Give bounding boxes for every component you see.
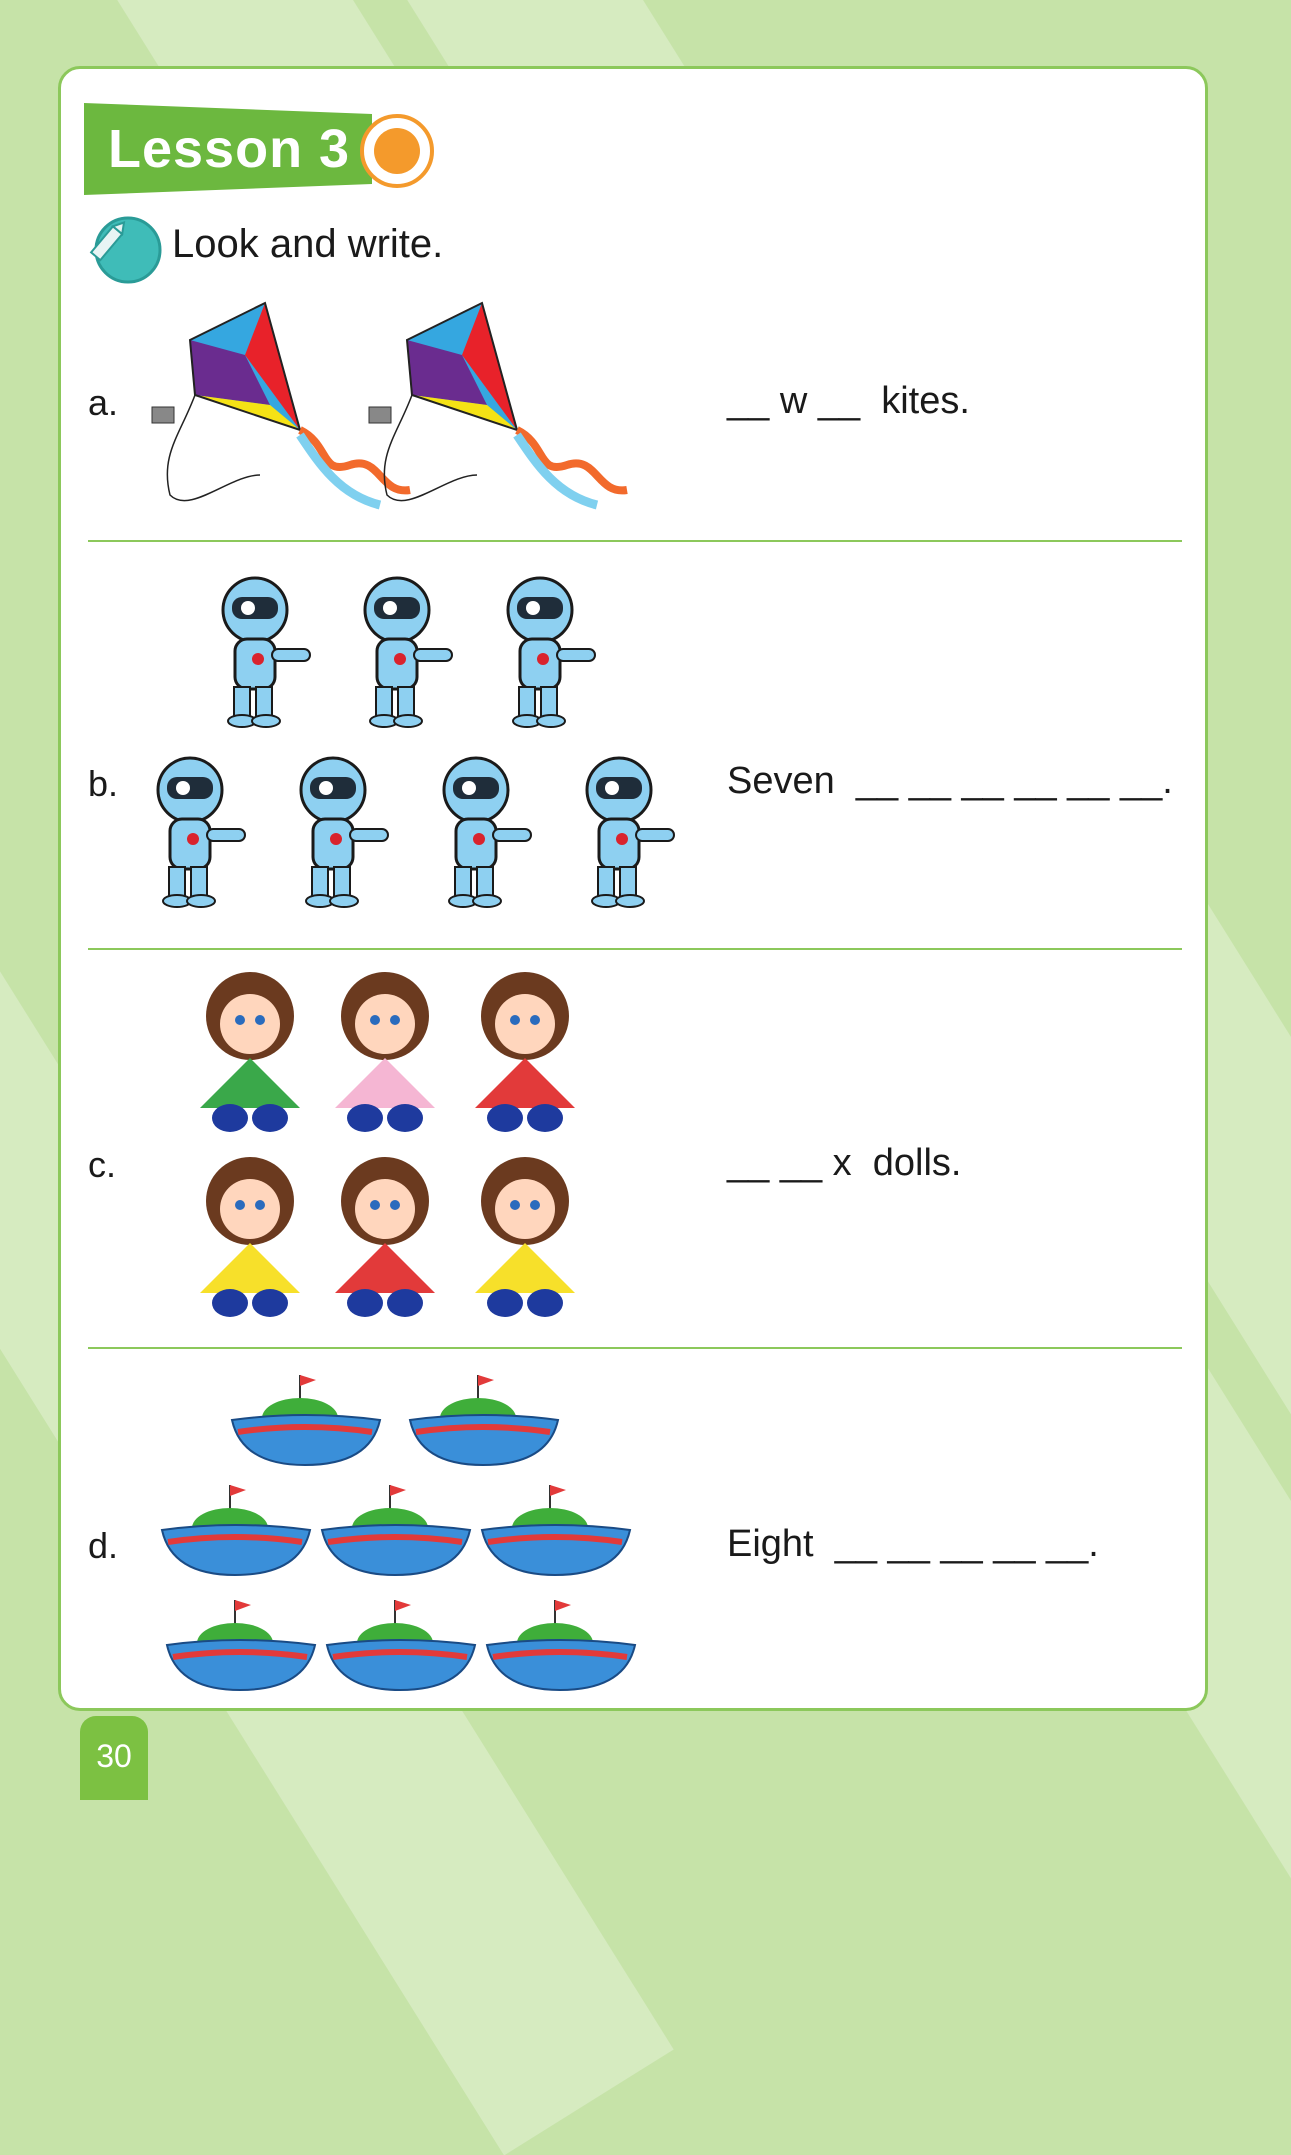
- item-label: a.: [88, 382, 119, 423]
- orange-dot-icon: [360, 114, 434, 188]
- kite-icon: [151, 295, 660, 525]
- answer-blank-b[interactable]: Seven __ __ __ __ __ __.: [727, 760, 1173, 803]
- answer-blank-a[interactable]: __ w __ kites.: [727, 380, 970, 423]
- item-label: b.: [88, 763, 119, 804]
- doll-icon: [200, 972, 575, 1317]
- item-label: d.: [88, 1525, 119, 1566]
- divider: [88, 1347, 1182, 1349]
- answer-blank-c[interactable]: __ __ x dolls.: [727, 1142, 961, 1185]
- boat-icon: [160, 1370, 640, 1700]
- robot-icon: [156, 576, 676, 909]
- answer-blank-d[interactable]: Eight __ __ __ __ __.: [727, 1523, 1099, 1566]
- page-number: 30: [96, 1738, 132, 1774]
- divider: [88, 948, 1182, 950]
- item-label: c.: [88, 1144, 117, 1185]
- instruction-text: Look and write.: [172, 222, 444, 266]
- pencil-icon: [89, 216, 162, 284]
- lesson-title: Lesson 3: [108, 119, 351, 179]
- divider: [88, 540, 1182, 542]
